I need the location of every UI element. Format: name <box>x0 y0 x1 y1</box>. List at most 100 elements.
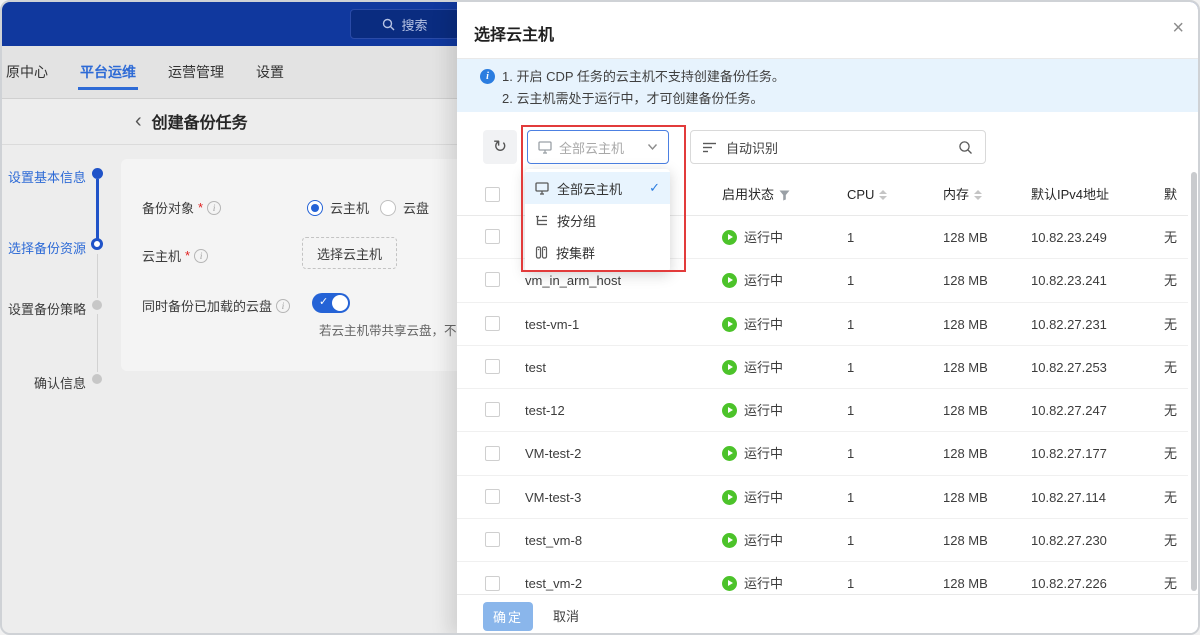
back-icon[interactable]: ‹ <box>135 113 142 129</box>
table-row[interactable]: test 运行中 1 128 MB 10.82.27.253 无 <box>457 346 1188 389</box>
info-icon: i <box>194 249 208 263</box>
confirm-button[interactable]: 确定 <box>483 602 533 631</box>
refresh-button[interactable]: ↻ <box>483 130 517 164</box>
nav-tab-settings[interactable]: 设置 <box>254 52 286 92</box>
row-checkbox[interactable] <box>485 359 500 374</box>
table-row[interactable]: test_vm-2 运行中 1 128 MB 10.82.27.226 无 <box>457 562 1188 594</box>
table-row[interactable]: test-vm-1 运行中 1 128 MB 10.82.27.231 无 <box>457 303 1188 346</box>
step-dot-current <box>91 238 103 250</box>
step-connector <box>97 314 98 372</box>
attached-disk-label: 同时备份已加载的云盘 i <box>142 296 290 315</box>
row-checkbox[interactable] <box>485 272 500 287</box>
cpu-value: 1 <box>847 346 854 389</box>
row-checkbox[interactable] <box>485 316 500 331</box>
row-checkbox[interactable] <box>485 446 500 461</box>
ipv4-value: 10.82.27.177 <box>1031 432 1107 475</box>
status-text: 运行中 <box>744 562 783 594</box>
row-checkbox[interactable] <box>485 576 500 591</box>
row-checkbox[interactable] <box>485 489 500 504</box>
toggle-check-icon: ✓ <box>319 295 328 308</box>
vm-name: test-vm-1 <box>525 303 579 346</box>
row-checkbox[interactable] <box>485 532 500 547</box>
status-text: 运行中 <box>744 432 783 475</box>
memory-value: 128 MB <box>943 389 988 432</box>
step-label-basic-info: 设置基本信息 <box>2 167 86 186</box>
column-header-memory[interactable]: 内存 <box>943 174 982 216</box>
status-badge: 运行中 <box>722 476 783 519</box>
radio-label: 云盘 <box>403 198 429 217</box>
vm-name: test <box>525 346 546 389</box>
radio-cloud-disk[interactable]: 云盘 <box>380 198 429 217</box>
ipv4-value: 10.82.27.247 <box>1031 389 1107 432</box>
menu-item-label: 按集群 <box>556 243 660 262</box>
memory-value: 128 MB <box>943 346 988 389</box>
status-text: 运行中 <box>744 259 783 302</box>
column-header-status[interactable]: 启用状态 <box>722 174 790 216</box>
menu-item-by-group[interactable]: 按分组 <box>525 204 670 236</box>
host-search-input[interactable]: 自动识别 <box>690 130 986 164</box>
step-label-select-resource: 选择备份资源 <box>2 238 86 257</box>
ipv4-value: 10.82.27.226 <box>1031 562 1107 594</box>
info-icon: i <box>207 201 221 215</box>
cancel-button[interactable]: 取消 <box>553 595 579 635</box>
row-checkbox[interactable] <box>485 402 500 417</box>
select-host-button[interactable]: 选择云主机 <box>302 237 397 269</box>
menu-item-all-hosts[interactable]: 全部云主机 ✓ <box>525 172 670 204</box>
global-search-input[interactable]: 搜索 <box>350 9 460 39</box>
drawer-footer: 确定 取消 <box>457 594 1200 635</box>
table-row[interactable]: test-12 运行中 1 128 MB 10.82.27.247 无 <box>457 389 1188 432</box>
status-text: 运行中 <box>744 476 783 519</box>
column-header-truncated: 默 <box>1164 174 1177 216</box>
sort-icon[interactable] <box>879 190 887 200</box>
global-search-label: 搜索 <box>401 15 427 34</box>
nav-tab-resource-center[interactable]: 原中心 <box>4 52 50 92</box>
status-badge: 运行中 <box>722 216 783 259</box>
cpu-value: 1 <box>847 519 854 562</box>
nav-tab-platform-ops[interactable]: 平台运维 <box>78 52 138 92</box>
radio-cloud-host[interactable]: 云主机 <box>307 198 369 217</box>
running-status-icon <box>722 230 737 245</box>
view-mode-select[interactable]: 全部云主机 <box>527 130 669 164</box>
cpu-value: 1 <box>847 476 854 519</box>
truncated-col-value: 无 <box>1164 432 1177 475</box>
ipv4-value: 10.82.23.241 <box>1031 259 1107 302</box>
table-row[interactable]: VM-test-2 运行中 1 128 MB 10.82.27.177 无 <box>457 432 1188 475</box>
ipv4-value: 10.82.27.231 <box>1031 303 1107 346</box>
running-status-icon <box>722 446 737 461</box>
status-badge: 运行中 <box>722 346 783 389</box>
cpu-value: 1 <box>847 562 854 594</box>
memory-value: 128 MB <box>943 519 988 562</box>
sort-icon[interactable] <box>974 190 982 200</box>
nav-tab-operation-mgmt[interactable]: 运营管理 <box>166 52 226 92</box>
menu-item-by-cluster[interactable]: 按集群 <box>525 236 670 268</box>
info-icon: i <box>276 299 290 313</box>
column-header-ipv4: 默认IPv4地址 <box>1031 174 1109 216</box>
close-icon[interactable]: × <box>1172 18 1184 38</box>
step-label-backup-policy: 设置备份策略 <box>2 299 86 318</box>
drawer-header: 选择云主机 × <box>457 2 1200 59</box>
table-row[interactable]: VM-test-3 运行中 1 128 MB 10.82.27.114 无 <box>457 476 1188 519</box>
divider <box>2 144 457 145</box>
row-checkbox[interactable] <box>485 229 500 244</box>
host-label: 云主机 * i <box>142 246 208 265</box>
attached-disk-toggle[interactable]: ✓ <box>312 293 350 313</box>
page-title: ‹ 创建备份任务 <box>135 109 248 133</box>
column-header-cpu[interactable]: CPU <box>847 174 887 216</box>
vm-name: VM-test-2 <box>525 432 581 475</box>
cpu-value: 1 <box>847 303 854 346</box>
truncated-col-value: 无 <box>1164 216 1177 259</box>
select-all-checkbox[interactable] <box>485 187 500 202</box>
table-body: 运行中 1 128 MB 10.82.23.249 无 vm_in_arm_ho… <box>457 216 1188 594</box>
vertical-scrollbar[interactable] <box>1191 172 1197 591</box>
cpu-value: 1 <box>847 432 854 475</box>
table-row[interactable]: test_vm-8 运行中 1 128 MB 10.82.27.230 无 <box>457 519 1188 562</box>
backup-object-label: 备份对象 * i <box>142 198 221 217</box>
truncated-col-value: 无 <box>1164 519 1177 562</box>
radio-label: 云主机 <box>330 198 369 217</box>
check-icon: ✓ <box>649 180 660 196</box>
memory-value: 128 MB <box>943 562 988 594</box>
filter-funnel-icon[interactable] <box>779 190 790 201</box>
search-filter-type-label: 自动识别 <box>726 138 949 157</box>
search-icon[interactable] <box>958 140 973 155</box>
memory-value: 128 MB <box>943 476 988 519</box>
